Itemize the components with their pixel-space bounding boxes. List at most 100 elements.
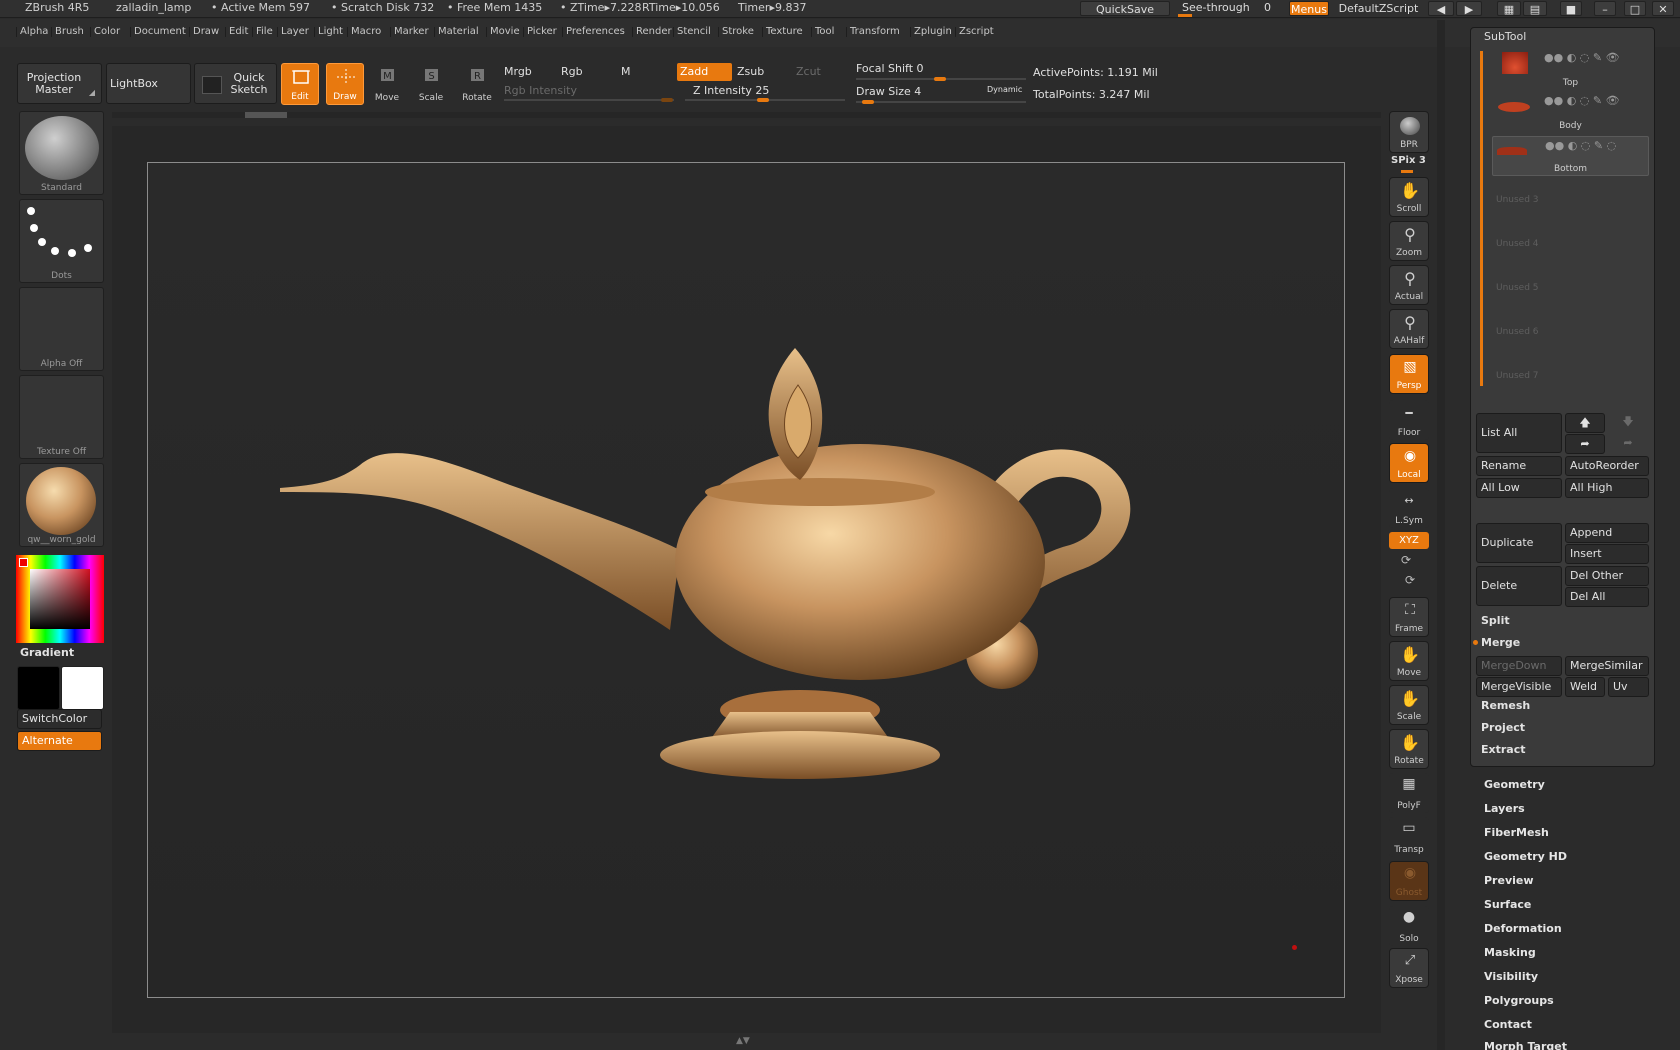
menu-preferences[interactable]: Preferences [562, 26, 625, 37]
list-all-button[interactable]: List All [1476, 413, 1562, 453]
subtool-toggles-icon[interactable]: ●● ◐ ◌ ✎ 👁 [1544, 51, 1620, 64]
lsym-button[interactable]: ↔ L.Sym [1389, 488, 1429, 528]
uv-button[interactable]: Uv [1608, 677, 1649, 697]
texture-thumbnail[interactable]: Texture Off [19, 375, 104, 459]
menu-alpha[interactable]: Alpha [15, 26, 48, 37]
menu-zscript[interactable]: Zscript [955, 26, 994, 37]
all-low-button[interactable]: All Low [1476, 478, 1562, 498]
visibility-section[interactable]: Visibility [1484, 970, 1538, 983]
menu-picker[interactable]: Picker [523, 26, 557, 37]
rotate-z-icon[interactable]: ⟳ [1405, 573, 1415, 587]
menu-texture[interactable]: Texture [762, 26, 803, 37]
move-mode-button[interactable]: M Move [368, 63, 406, 105]
menu-stencil[interactable]: Stencil [673, 26, 711, 37]
scroll-left-icon[interactable]: ◀ [1428, 1, 1454, 16]
insert-button[interactable]: Insert [1565, 544, 1649, 564]
scale-mode-button[interactable]: S Scale [412, 63, 450, 105]
autoreorder-button[interactable]: AutoReorder [1565, 456, 1649, 476]
subtool-scrollbar[interactable] [1480, 51, 1483, 386]
rotate-mode-button[interactable]: R Rotate [458, 63, 496, 105]
zoom-button[interactable]: ⚲ Zoom [1389, 221, 1429, 261]
local-button[interactable]: ◉ Local [1389, 443, 1429, 483]
quicksave-button[interactable]: QuickSave [1080, 1, 1170, 16]
subtool-item-bottom[interactable]: ●● ◐ ◌ ✎ ◌ Bottom [1492, 136, 1649, 176]
menu-material[interactable]: Material [434, 26, 479, 37]
merge-section[interactable]: Merge [1481, 636, 1520, 649]
aahalf-button[interactable]: ⚲ AAHalf [1389, 309, 1429, 349]
gradient-label[interactable]: Gradient [20, 646, 74, 659]
material-thumbnail[interactable]: qw__worn_gold [19, 463, 104, 547]
split-section[interactable]: Split [1481, 614, 1510, 627]
subtool-item-body[interactable]: ●● ◐ ◌ ✎ 👁 Body [1492, 92, 1649, 132]
menu-movie[interactable]: Movie [486, 26, 520, 37]
draw-mode-button[interactable]: Draw [326, 63, 364, 105]
bottom-tray-handle[interactable]: ▲▼ [680, 1036, 810, 1047]
weld-button[interactable]: Weld [1565, 677, 1605, 697]
subtool-unused-slot[interactable]: Unused 7 [1496, 371, 1539, 381]
layout-icon[interactable]: ▦ [1497, 1, 1521, 16]
move-out-arrow-icon[interactable]: ➦ [1608, 434, 1648, 454]
horizontal-scrollbar[interactable] [112, 112, 1381, 118]
del-other-button[interactable]: Del Other [1565, 566, 1649, 586]
subtool-unused-slot[interactable]: Unused 4 [1496, 239, 1539, 249]
m-toggle[interactable]: M [621, 65, 631, 78]
del-all-button[interactable]: Del All [1565, 587, 1649, 607]
delete-button[interactable]: Delete [1476, 566, 1562, 606]
move-view-button[interactable]: ✋ Move [1389, 641, 1429, 681]
rotate-view-button[interactable]: ✋ Rotate [1389, 729, 1429, 769]
dynamic-toggle[interactable]: Dynamic [987, 85, 1022, 94]
persp-button[interactable]: ▧ Persp [1389, 354, 1429, 394]
actual-button[interactable]: ⚲ Actual [1389, 265, 1429, 305]
draw-size-slider[interactable]: Draw Size 4 Dynamic [856, 84, 1026, 106]
floor-button[interactable]: ━ Floor [1389, 400, 1429, 440]
menu-tool[interactable]: Tool [810, 26, 834, 37]
mergevisible-button[interactable]: MergeVisible [1476, 677, 1562, 697]
menu-zplugin[interactable]: Zplugin [910, 26, 952, 37]
xyz-button[interactable]: XYZ [1389, 532, 1429, 549]
polyf-button[interactable]: ▦ PolyF [1389, 773, 1429, 813]
all-high-button[interactable]: All High [1565, 478, 1649, 498]
menu-edit[interactable]: Edit [224, 26, 248, 37]
menus-button[interactable]: Menus [1289, 1, 1329, 16]
alternate-button[interactable]: Alternate [17, 731, 102, 751]
fibermesh-section[interactable]: FiberMesh [1484, 826, 1549, 839]
focal-shift-slider[interactable]: Focal Shift 0 [856, 61, 1026, 83]
minimize-icon[interactable]: – [1594, 1, 1616, 16]
contact-section[interactable]: Contact [1484, 1018, 1532, 1031]
lightbox-button[interactable]: LightBox [106, 63, 191, 104]
rgb-toggle[interactable]: Rgb [561, 65, 583, 78]
move-into-arrow-icon[interactable]: ➦ [1565, 434, 1605, 454]
spix-slider[interactable]: SPix 3 [1389, 155, 1429, 175]
project-section[interactable]: Project [1481, 721, 1525, 734]
rgb-intensity-slider[interactable]: Rgb Intensity [504, 84, 674, 104]
menu-draw[interactable]: Draw [188, 26, 219, 37]
morph-target-section[interactable]: Morph Target [1484, 1040, 1567, 1050]
rotate-y-icon[interactable]: ⟳ [1401, 553, 1411, 567]
menu-macro[interactable]: Macro [346, 26, 381, 37]
menu-light[interactable]: Light [314, 26, 343, 37]
secondary-color-swatch[interactable] [61, 666, 104, 710]
ghost-button[interactable]: ◉ Ghost [1389, 861, 1429, 901]
zadd-toggle[interactable]: Zadd [677, 63, 732, 81]
mrgb-toggle[interactable]: Mrgb [504, 65, 532, 78]
menu-render[interactable]: Render [632, 26, 672, 37]
menu-marker[interactable]: Marker [390, 26, 429, 37]
menu-file[interactable]: File [252, 26, 273, 37]
main-color-swatch[interactable] [17, 666, 60, 710]
tray-divider[interactable] [1437, 20, 1445, 1050]
layers-section[interactable]: Layers [1484, 802, 1525, 815]
extract-section[interactable]: Extract [1481, 743, 1526, 756]
deformation-section[interactable]: Deformation [1484, 922, 1562, 935]
rename-button[interactable]: Rename [1476, 456, 1562, 476]
menu-brush[interactable]: Brush [51, 26, 84, 37]
projection-master-button[interactable]: Projection Master ◢ [17, 63, 102, 104]
alpha-thumbnail[interactable]: Alpha Off [19, 287, 104, 371]
move-down-arrow-icon[interactable]: 🡇 [1608, 413, 1648, 433]
scroll-button[interactable]: ✋ Scroll [1389, 177, 1429, 217]
menu-color[interactable]: Color [89, 26, 120, 37]
menu-stroke[interactable]: Stroke [718, 26, 754, 37]
surface-section[interactable]: Surface [1484, 898, 1531, 911]
geometry-hd-section[interactable]: Geometry HD [1484, 850, 1567, 863]
solo-button[interactable]: ● Solo [1389, 906, 1429, 946]
aladdin-lamp-model[interactable] [280, 340, 1160, 800]
